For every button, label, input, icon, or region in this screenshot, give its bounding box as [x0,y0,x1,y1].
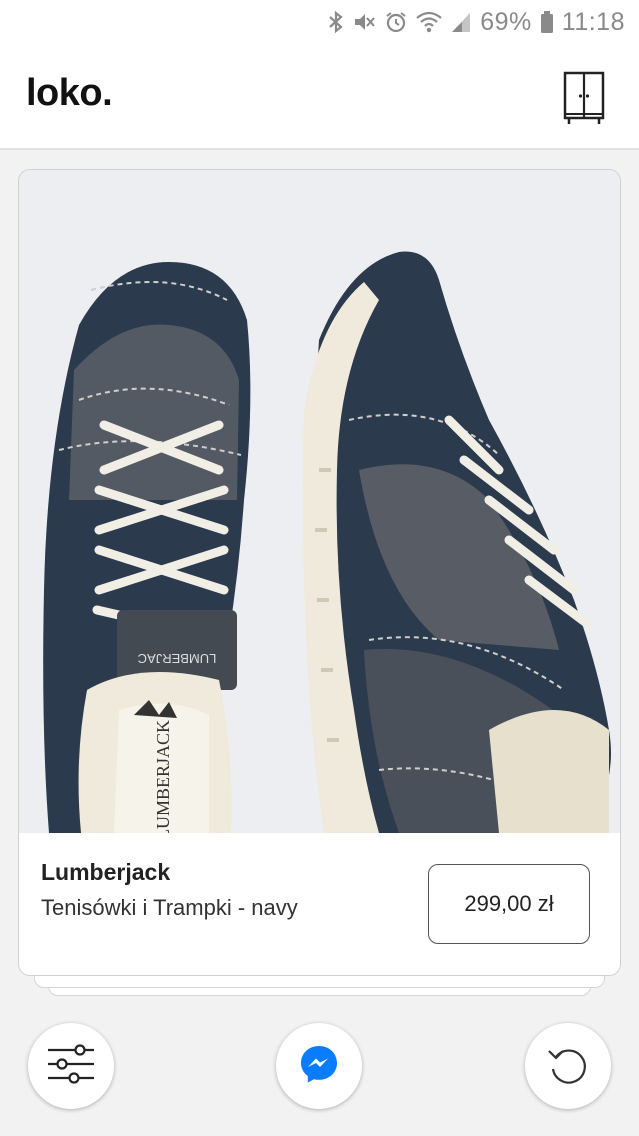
messenger-icon [299,1044,339,1089]
product-image: LUMBERJAC LUMBERJACK [19,170,620,833]
left-shoe: LUMBERJAC LUMBERJACK [43,262,251,833]
product-name: Tenisówki i Trampki - navy [41,895,298,920]
battery-percent: 69% [480,7,532,36]
app-logo[interactable]: loko. [26,72,113,115]
tongue-print: LUMBERJAC [138,651,217,666]
undo-button[interactable] [525,1023,611,1109]
mute-icon [352,8,376,36]
signal-icon [450,8,472,36]
bluetooth-icon [328,8,344,36]
wardrobe-button[interactable] [559,70,609,131]
alarm-icon [384,8,408,36]
wifi-icon [416,8,442,36]
undo-icon [545,1041,591,1092]
sliders-icon [46,1043,96,1089]
app-header: loko. [0,44,639,150]
filter-button[interactable] [28,1023,114,1109]
battery-icon [540,8,554,36]
price-button[interactable]: 299,00 zł [428,864,590,944]
product-brand: Lumberjack [41,859,171,885]
status-time: 11:18 [561,7,625,36]
product-info: Lumberjack Tenisówki i Trampki - navy 29… [19,833,620,975]
product-card[interactable]: LUMBERJAC LUMBERJACK Lumberjack Tenisówk… [18,169,621,976]
messenger-button[interactable] [276,1023,362,1109]
wardrobe-icon [562,70,606,131]
status-bar: 69% 11:18 [0,0,639,44]
insole-print: LUMBERJACK [153,720,173,833]
